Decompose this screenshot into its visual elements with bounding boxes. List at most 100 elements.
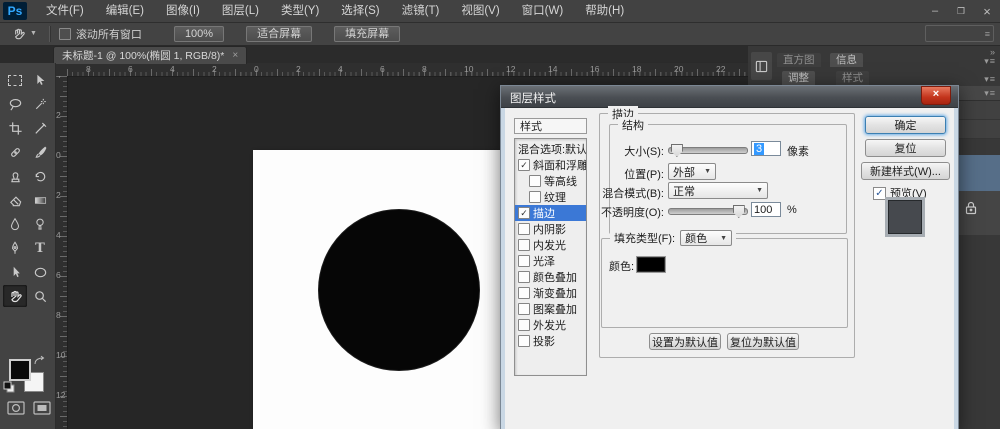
brush-tool[interactable] bbox=[28, 141, 52, 163]
blend-mode-dropdown[interactable]: 正常 ▼ bbox=[668, 182, 768, 199]
menu-type[interactable]: 类型(Y) bbox=[270, 0, 330, 22]
close-button[interactable]: × bbox=[980, 4, 994, 19]
dialog-title-bar[interactable]: 图层样式 bbox=[501, 86, 958, 108]
menu-select[interactable]: 选择(S) bbox=[330, 0, 390, 22]
checkbox[interactable]: ✓ bbox=[518, 159, 530, 171]
styles-item-bevel-emboss[interactable]: ✓ 斜面和浮雕 bbox=[515, 157, 586, 173]
menu-help[interactable]: 帮助(H) bbox=[574, 0, 635, 22]
history-brush-icon bbox=[35, 171, 45, 181]
tab-close-icon[interactable]: × bbox=[232, 50, 238, 61]
tab-styles[interactable]: 样式 bbox=[836, 71, 869, 85]
healing-brush-tool[interactable] bbox=[3, 141, 27, 163]
collapsed-dock-button[interactable] bbox=[751, 52, 772, 80]
new-style-button[interactable]: 新建样式(W)... bbox=[861, 162, 950, 180]
fill-screen-button[interactable]: 填充屏幕 bbox=[334, 25, 401, 42]
checkbox[interactable] bbox=[518, 271, 530, 283]
clone-stamp-tool[interactable] bbox=[3, 165, 27, 187]
rectangular-marquee-tool[interactable] bbox=[3, 69, 27, 91]
eyedropper-tool[interactable] bbox=[28, 117, 52, 139]
hand-tool[interactable] bbox=[3, 285, 27, 307]
minimize-button[interactable]: – bbox=[928, 5, 942, 17]
canvas[interactable] bbox=[253, 150, 505, 429]
panel-menu-icon[interactable]: ▾≡ bbox=[984, 74, 996, 85]
size-input[interactable]: 3 bbox=[751, 141, 781, 156]
foreground-color-swatch[interactable] bbox=[9, 359, 31, 381]
styles-item-satin[interactable]: 光泽 bbox=[515, 253, 586, 269]
styles-item-contour[interactable]: 等高线 bbox=[515, 173, 586, 189]
lasso-tool[interactable] bbox=[3, 93, 27, 115]
ok-button[interactable]: 确定 bbox=[865, 116, 946, 134]
styles-item-inner-glow[interactable]: 内发光 bbox=[515, 237, 586, 253]
gradient-tool[interactable] bbox=[28, 189, 52, 211]
checkbox[interactable] bbox=[518, 223, 530, 235]
checkbox[interactable] bbox=[518, 319, 530, 331]
fill-type-dropdown[interactable]: 颜色 ▼ bbox=[680, 230, 733, 246]
preview-checkbox[interactable]: ✓ bbox=[873, 186, 886, 200]
swap-colors-icon[interactable] bbox=[32, 355, 46, 367]
zoom-tool[interactable] bbox=[28, 285, 52, 307]
magic-wand-tool[interactable] bbox=[28, 93, 52, 115]
checkbox[interactable] bbox=[529, 191, 541, 203]
menu-view[interactable]: 视图(V) bbox=[450, 0, 510, 22]
default-colors-icon[interactable] bbox=[3, 381, 15, 393]
reset-default-button[interactable]: 复位为默认值 bbox=[727, 333, 799, 350]
checkbox[interactable] bbox=[529, 175, 541, 187]
checkbox[interactable] bbox=[518, 303, 530, 315]
restore-button[interactable]: ❐ bbox=[954, 6, 968, 17]
workspace-switcher[interactable]: ≡ bbox=[925, 25, 994, 42]
checkbox[interactable] bbox=[518, 239, 530, 251]
styles-item-inner-shadow[interactable]: 内阴影 bbox=[515, 221, 586, 237]
reset-button[interactable]: 复位 bbox=[865, 139, 946, 157]
styles-item-stroke[interactable]: ✓ 描边 bbox=[515, 205, 586, 221]
styles-item-blending-options[interactable]: 混合选项:默认 bbox=[515, 141, 586, 157]
styles-item-color-overlay[interactable]: 颜色叠加 bbox=[515, 269, 586, 285]
smudge-tool[interactable] bbox=[3, 213, 27, 235]
eraser-tool[interactable] bbox=[3, 189, 27, 211]
quick-mask-button[interactable] bbox=[6, 400, 26, 415]
opacity-input[interactable]: 100 bbox=[751, 202, 781, 217]
checkbox[interactable] bbox=[518, 335, 530, 347]
styles-item-outer-glow[interactable]: 外发光 bbox=[515, 317, 586, 333]
make-default-button[interactable]: 设置为默认值 bbox=[649, 333, 721, 350]
screen-mode-button[interactable] bbox=[32, 400, 52, 415]
styles-item-pattern-overlay[interactable]: 图案叠加 bbox=[515, 301, 586, 317]
ruler-number: 0 bbox=[254, 64, 259, 74]
dialog-close-button[interactable]: × bbox=[921, 86, 951, 105]
checkbox[interactable] bbox=[518, 255, 530, 267]
tab-info[interactable]: 信息 bbox=[830, 53, 863, 67]
selected-layer-row[interactable] bbox=[955, 155, 1000, 191]
menu-file[interactable]: 文件(F) bbox=[35, 0, 95, 22]
type-tool[interactable]: T bbox=[28, 237, 52, 259]
menu-window[interactable]: 窗口(W) bbox=[511, 0, 575, 22]
zoom-100-button[interactable]: 100% bbox=[173, 25, 225, 42]
checkbox[interactable]: ✓ bbox=[518, 207, 530, 219]
tab-histogram[interactable]: 直方图 bbox=[777, 53, 821, 67]
pen-tool[interactable] bbox=[3, 237, 27, 259]
tab-adjustments[interactable]: 调整 bbox=[782, 71, 815, 85]
menu-edit[interactable]: 编辑(E) bbox=[95, 0, 155, 22]
styles-item-texture[interactable]: 纹理 bbox=[515, 189, 586, 205]
document-tab[interactable]: 未标题-1 @ 100%(椭圆 1, RGB/8)* × bbox=[53, 46, 248, 64]
dodge-tool[interactable] bbox=[28, 213, 52, 235]
path-selection-tool[interactable] bbox=[3, 261, 27, 283]
menu-filter[interactable]: 滤镜(T) bbox=[391, 0, 451, 22]
opacity-slider[interactable] bbox=[668, 205, 748, 218]
styles-item-gradient-overlay[interactable]: 渐变叠加 bbox=[515, 285, 586, 301]
panel-menu-icon[interactable]: ▾≡ bbox=[984, 88, 996, 99]
styles-item-drop-shadow[interactable]: 投影 bbox=[515, 333, 586, 349]
menu-image[interactable]: 图像(I) bbox=[155, 0, 211, 22]
menu-layer[interactable]: 图层(L) bbox=[211, 0, 270, 22]
size-slider[interactable] bbox=[668, 144, 748, 157]
position-dropdown[interactable]: 外部 ▼ bbox=[668, 163, 716, 180]
checkbox[interactable] bbox=[518, 287, 530, 299]
tool-preset-dropdown-icon[interactable]: ▼ bbox=[30, 30, 37, 37]
ellipse-shape-tool[interactable] bbox=[28, 261, 52, 283]
preview-option[interactable]: ✓ 预览(V) bbox=[873, 185, 927, 201]
fit-screen-button[interactable]: 适合屏幕 bbox=[246, 25, 313, 42]
scroll-all-windows-checkbox[interactable] bbox=[58, 27, 71, 40]
stroke-color-swatch[interactable] bbox=[637, 257, 665, 272]
panel-menu-icon[interactable]: ▾≡ bbox=[984, 56, 996, 67]
move-tool[interactable] bbox=[28, 69, 52, 91]
crop-tool[interactable] bbox=[3, 117, 27, 139]
history-brush-tool[interactable] bbox=[28, 165, 52, 187]
